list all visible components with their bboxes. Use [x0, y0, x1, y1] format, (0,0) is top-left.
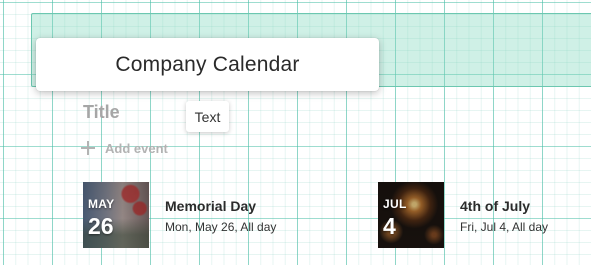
event-date-tile: MAY 26 [83, 182, 149, 248]
plus-icon [81, 141, 95, 155]
webpart-title-placeholder[interactable]: Title [83, 102, 120, 123]
event-when: Fri, Jul 4, All day [460, 220, 549, 234]
event-date-tile: JUL 4 [378, 182, 444, 248]
text-tooltip: Text [186, 101, 229, 132]
event-info: Memorial Day Mon, May 26, All day [165, 182, 276, 235]
event-day: 26 [88, 213, 114, 239]
event-month: JUL [383, 197, 407, 211]
event-card-4th-of-july[interactable]: JUL 4 4th of July Fri, Jul 4, All day [378, 182, 548, 248]
event-when: Mon, May 26, All day [165, 220, 277, 234]
page-title: Company Calendar [115, 52, 300, 76]
event-name: Memorial Day [165, 198, 257, 214]
title-card[interactable]: Company Calendar [36, 38, 379, 91]
add-event-label: Add event [105, 140, 168, 156]
add-event-button[interactable]: Add event [81, 139, 168, 157]
event-day: 4 [383, 213, 396, 239]
event-info: 4th of July Fri, Jul 4, All day [460, 182, 548, 235]
event-month: MAY [88, 197, 115, 211]
event-name: 4th of July [460, 198, 531, 214]
event-card-memorial-day[interactable]: MAY 26 Memorial Day Mon, May 26, All day [83, 182, 276, 248]
